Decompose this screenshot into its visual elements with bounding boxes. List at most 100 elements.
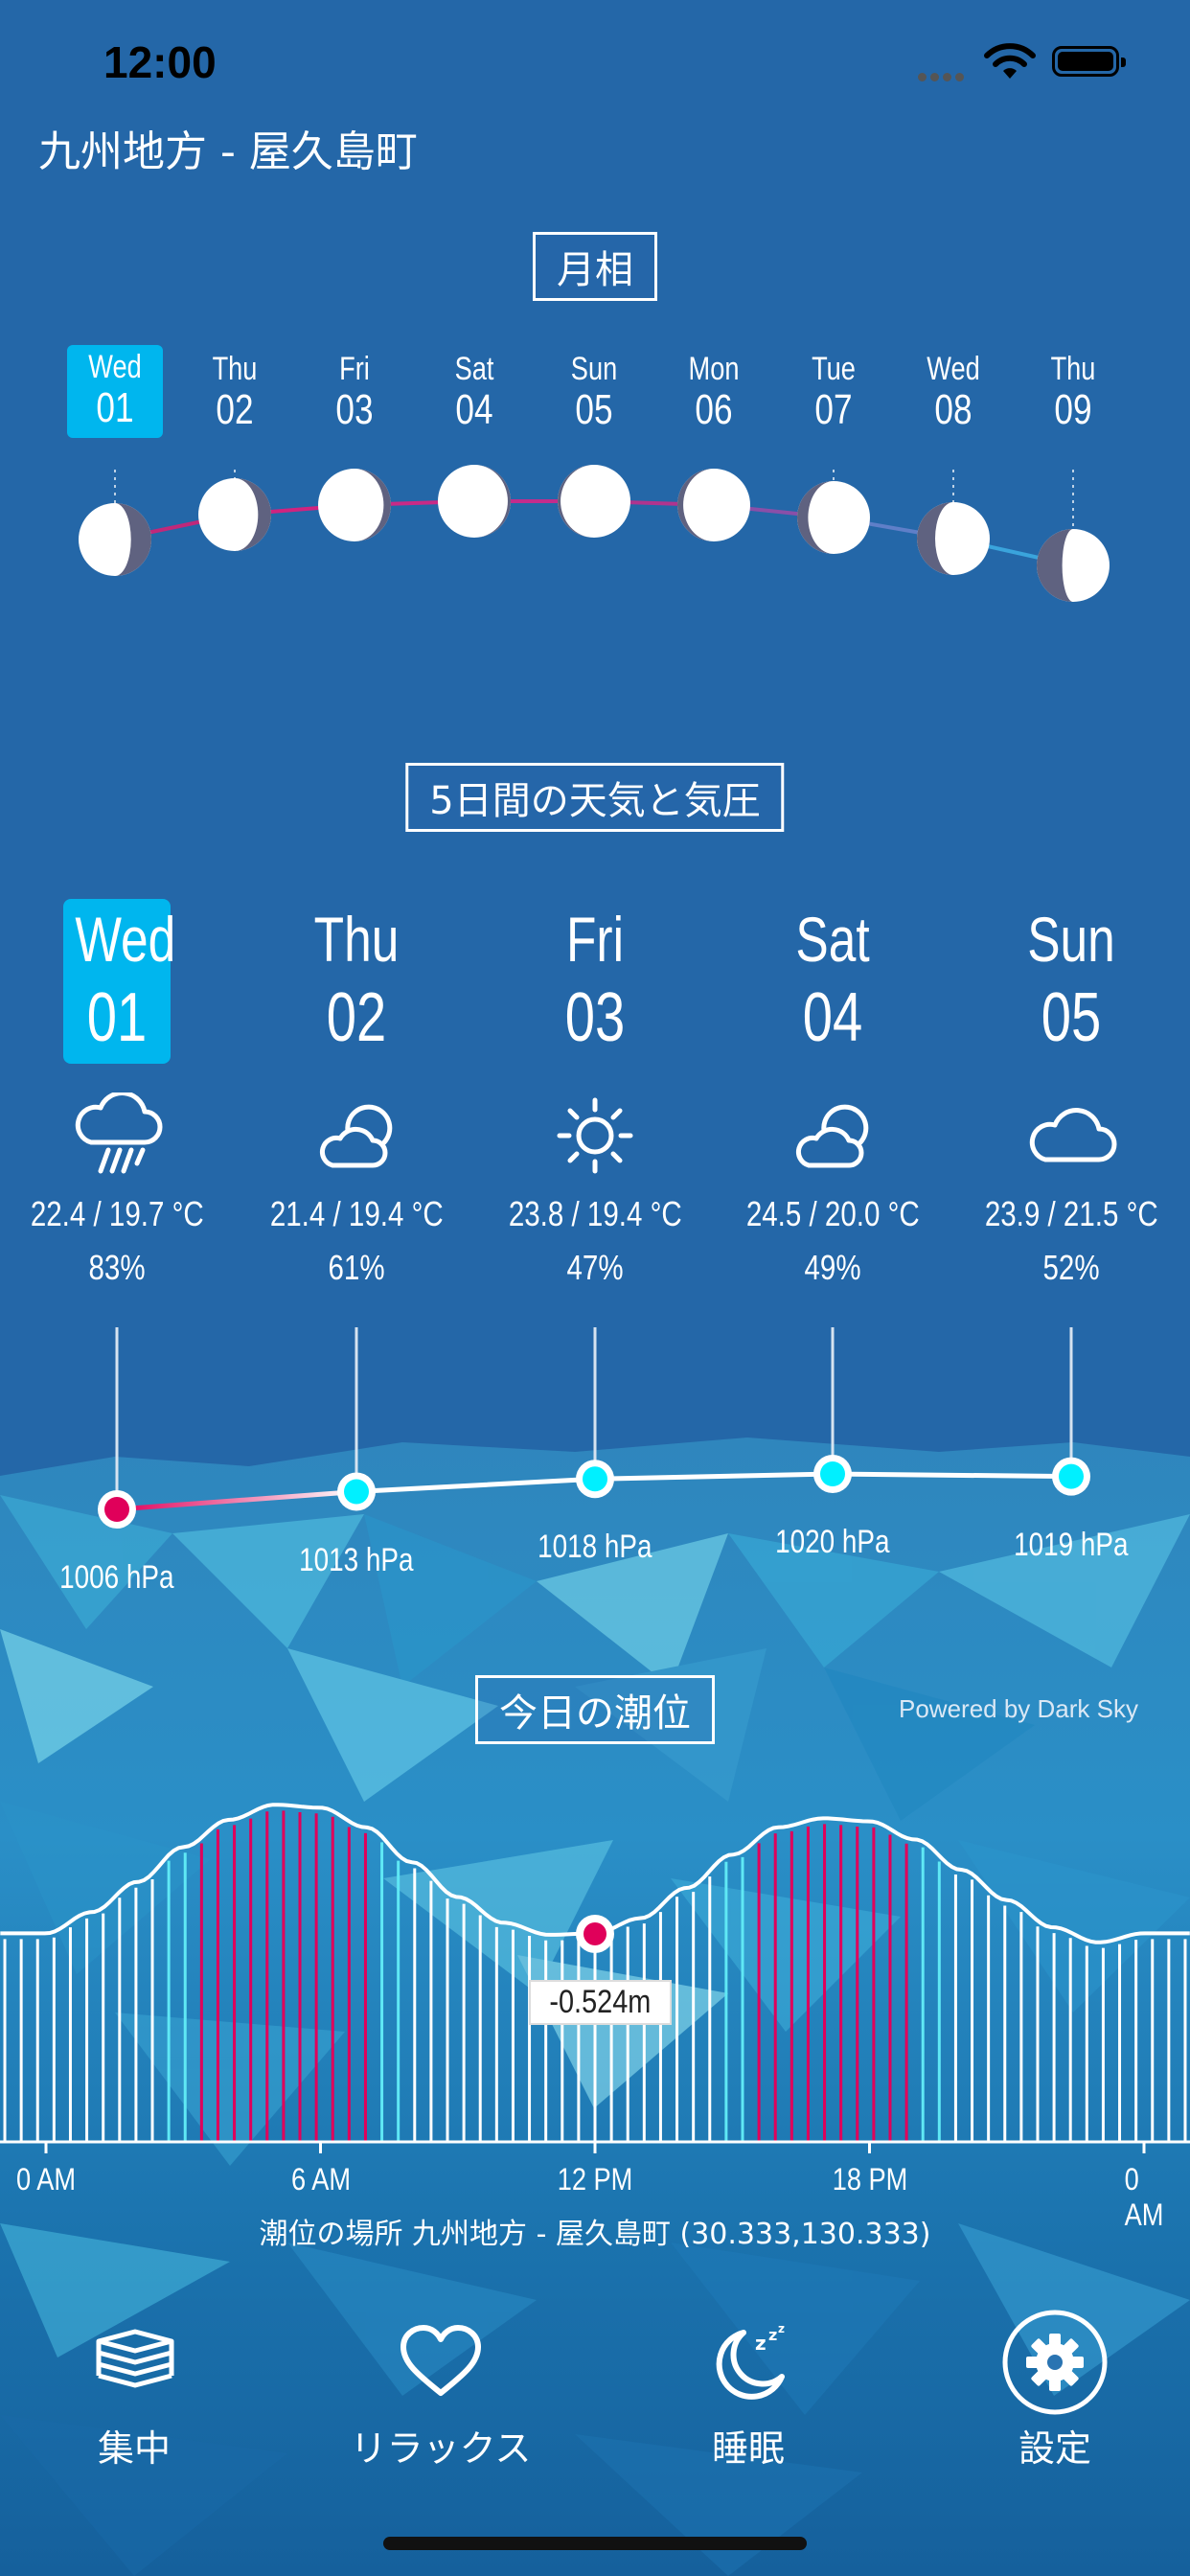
tide-tick-label: 0 AM: [1124, 2162, 1164, 2232]
tab-sleep-label: 睡眠: [711, 2427, 785, 2470]
moon-day-weekday: Thu: [212, 351, 258, 387]
moon-day-7[interactable]: Tue 07: [786, 351, 881, 434]
temperature-range: 22.4 / 19.7 °C: [30, 1194, 204, 1233]
moon-phase-icon: [79, 503, 151, 576]
svg-text:z: z: [768, 2326, 777, 2344]
moon-day-2[interactable]: Thu 02: [187, 351, 283, 434]
moon-day-5[interactable]: Sun 05: [546, 351, 642, 434]
moon-day-date: 03: [335, 386, 374, 433]
pressure-point-core: [104, 1497, 129, 1522]
cloud-icon: [1018, 1092, 1124, 1183]
cellular-signal-icon: [918, 67, 968, 85]
moon-phase-icon: [198, 478, 271, 551]
weather-day-5[interactable]: Sun 05: [1004, 901, 1138, 1058]
pressure-point-core: [344, 1479, 369, 1505]
weather-section-title: 5日間の天気と気圧: [405, 763, 785, 832]
moon-day-date: 06: [695, 386, 733, 433]
moon-phase-icon: [917, 502, 990, 575]
weather-day-1[interactable]: Wed 01: [63, 899, 176, 1064]
svg-text:z: z: [755, 2332, 767, 2355]
moon-day-date: 09: [1054, 386, 1092, 433]
weather-day-weekday: Thu: [313, 904, 400, 975]
tab-focus-label: 集中: [97, 2427, 171, 2470]
moon-day-date: 07: [814, 386, 853, 433]
moon-day-weekday: Thu: [1050, 351, 1096, 387]
moon-day-date: 05: [575, 386, 613, 433]
moon-day-4[interactable]: Sat 04: [426, 351, 522, 434]
powered-by-dark-sky[interactable]: Powered by Dark Sky: [899, 1694, 1138, 1724]
moon-day-date: 01: [96, 384, 134, 431]
moon-day-1[interactable]: Wed 01: [67, 345, 163, 438]
moon-phase-icon: [318, 469, 391, 541]
tide-section-title: 今日の潮位: [475, 1675, 715, 1744]
moon-phase-icon: [1037, 529, 1110, 602]
weather-day-weekday: Wed: [75, 904, 176, 975]
partly-cloudy-icon: [304, 1092, 409, 1183]
weather-day-date: 05: [1041, 979, 1102, 1056]
moon-phase-graph: [79, 465, 1110, 602]
moon-day-weekday: Tue: [812, 351, 856, 387]
humidity: 52%: [1042, 1248, 1100, 1287]
moon-day-date: 02: [216, 386, 254, 433]
home-indicator[interactable]: [383, 2537, 807, 2550]
moon-phase-icon: [677, 469, 750, 541]
weather-day-weekday: Fri: [565, 904, 625, 975]
moon-phase-icon: [438, 465, 511, 538]
moon-section-title: 月相: [533, 232, 657, 301]
tab-relax-label: リラックス: [350, 2427, 532, 2470]
wifi-icon: [983, 42, 1037, 84]
moon-day-weekday: Fri: [339, 351, 370, 387]
moon-day-date: 08: [934, 386, 973, 433]
moon-day-weekday: Sat: [454, 351, 494, 387]
status-time: 12:00: [103, 37, 217, 87]
sun-icon: [542, 1092, 648, 1183]
moon-day-6[interactable]: Mon 06: [666, 351, 762, 434]
temperature-range: 21.4 / 19.4 °C: [269, 1194, 444, 1233]
tab-sleep[interactable]: z z z 睡眠: [624, 2310, 873, 2472]
weather-day-date: 02: [326, 979, 387, 1056]
humidity: 47%: [566, 1248, 624, 1287]
moon-day-weekday: Wed: [88, 349, 142, 385]
tide-tick-label: 6 AM: [290, 2162, 351, 2196]
temperature-range: 24.5 / 20.0 °C: [745, 1194, 920, 1233]
weather-day-date: 01: [86, 979, 148, 1056]
weather-day-4[interactable]: Sat 04: [766, 901, 900, 1058]
moon-day-3[interactable]: Fri 03: [307, 351, 402, 434]
tab-settings-label: 設定: [1018, 2427, 1091, 2470]
weather-day-3[interactable]: Fri 03: [528, 901, 662, 1058]
tab-settings[interactable]: 設定: [930, 2310, 1179, 2472]
moon-day-8[interactable]: Wed 08: [905, 351, 1001, 434]
tide-tick-label: 18 PM: [832, 2162, 907, 2196]
weather-day-weekday: Sat: [795, 904, 870, 975]
weather-day-2[interactable]: Thu 02: [289, 901, 423, 1058]
partly-cloudy-icon: [780, 1092, 885, 1183]
temperature-range: 23.8 / 19.4 °C: [508, 1194, 682, 1233]
tide-current-label: -0.524m: [529, 1980, 672, 2025]
tide-location: 潮位の場所 九州地方 - 屋久島町 (30.333,130.333): [259, 2218, 931, 2251]
moon-day-9[interactable]: Thu 09: [1025, 351, 1121, 434]
moon-day-weekday: Wed: [927, 351, 980, 387]
tide-tick-label: 12 PM: [557, 2162, 633, 2196]
weather-day-date: 03: [564, 979, 626, 1056]
svg-text:z: z: [778, 2322, 785, 2335]
tide-current-point-core: [584, 1922, 606, 1945]
temperature-range: 23.9 / 21.5 °C: [984, 1194, 1158, 1233]
humidity: 49%: [804, 1248, 861, 1287]
humidity: 61%: [328, 1248, 385, 1287]
tab-relax[interactable]: リラックス: [316, 2310, 565, 2472]
moon-day-date: 04: [455, 386, 493, 433]
pressure-point-core: [583, 1466, 607, 1492]
moon-day-weekday: Sun: [570, 351, 618, 387]
moon-sleep-icon: z z z: [624, 2310, 873, 2415]
moon-phase-icon: [558, 465, 630, 538]
gear-icon: [930, 2310, 1179, 2415]
moon-day-weekday: Mon: [688, 351, 740, 387]
battery-icon: [1052, 46, 1126, 77]
pressure-point-core: [1059, 1463, 1084, 1489]
books-icon: [10, 2310, 259, 2415]
location-title: 九州地方 - 屋久島町: [38, 127, 418, 176]
humidity: 83%: [88, 1248, 146, 1287]
tab-focus[interactable]: 集中: [10, 2310, 259, 2472]
heart-icon: [316, 2310, 565, 2415]
weather-day-weekday: Sun: [1027, 904, 1115, 975]
